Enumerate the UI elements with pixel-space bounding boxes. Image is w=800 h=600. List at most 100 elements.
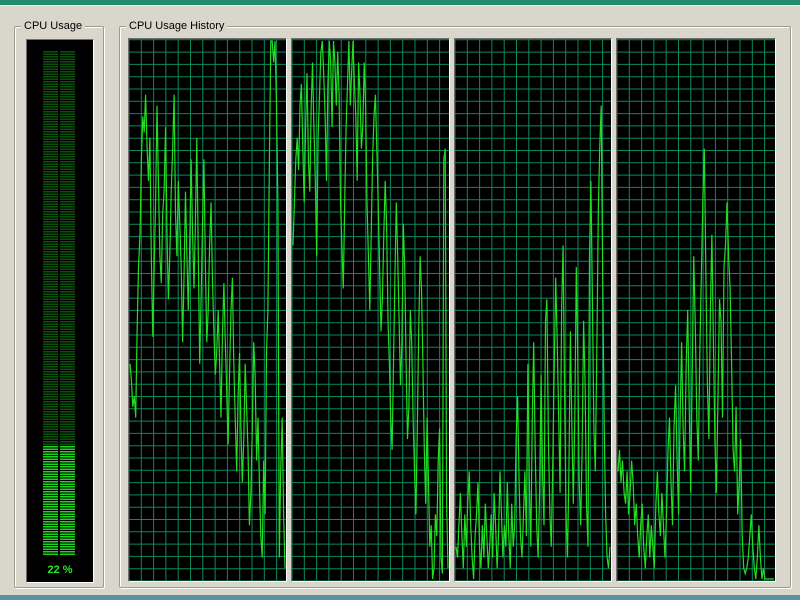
meter-segment-189-1	[60, 81, 75, 83]
meter-segment-99-1	[60, 306, 75, 308]
meter-segment-164-0	[43, 143, 58, 145]
meter-segment-72-0	[43, 373, 58, 375]
meter-lit-segment-26-0	[43, 488, 58, 490]
meter-segment-123-0	[43, 246, 58, 248]
meter-segment-111-1	[60, 276, 75, 278]
meter-segment-47-0	[43, 436, 58, 438]
meter-segment-128-1	[60, 233, 75, 235]
meter-segment-134-0	[43, 218, 58, 220]
meter-segment-59-1	[60, 406, 75, 408]
meter-segment-74-0	[43, 368, 58, 370]
meter-segment-60-1	[60, 403, 75, 405]
meter-segment-109-0	[43, 281, 58, 283]
meter-lit-segment-39-1	[60, 456, 75, 458]
meter-segment-194-0	[43, 68, 58, 70]
meter-segment-129-0	[43, 231, 58, 233]
meter-segment-152-1	[60, 173, 75, 175]
meter-lit-segment-19-0	[43, 506, 58, 508]
meter-segment-141-0	[43, 201, 58, 203]
meter-segment-90-1	[60, 328, 75, 330]
meter-segment-170-0	[43, 128, 58, 130]
meter-segment-198-1	[60, 58, 75, 60]
meter-segment-78-0	[43, 358, 58, 360]
meter-lit-segment-18-1	[60, 508, 75, 510]
meter-lit-segment-22-1	[60, 498, 75, 500]
meter-segment-55-1	[60, 416, 75, 418]
meter-lit-segment-18-0	[43, 508, 58, 510]
cpu-history-graph-core-0-svg	[129, 39, 286, 581]
meter-lit-segment-9-1	[60, 531, 75, 533]
meter-segment-120-1	[60, 253, 75, 255]
meter-lit-segment-32-1	[60, 473, 75, 475]
meter-segment-98-0	[43, 308, 58, 310]
meter-segment-66-1	[60, 388, 75, 390]
meter-lit-segment-38-1	[60, 458, 75, 460]
meter-lit-segment-28-0	[43, 483, 58, 485]
meter-segment-143-1	[60, 196, 75, 198]
meter-segment-157-0	[43, 161, 58, 163]
meter-segment-187-1	[60, 86, 75, 88]
meter-lit-segment-30-1	[60, 478, 75, 480]
meter-lit-segment-40-0	[43, 453, 58, 455]
meter-lit-segment-3-0	[43, 546, 58, 548]
meter-segment-82-0	[43, 348, 58, 350]
meter-segment-118-1	[60, 258, 75, 260]
meter-lit-segment-26-1	[60, 488, 75, 490]
meter-segment-93-1	[60, 321, 75, 323]
meter-segment-148-1	[60, 183, 75, 185]
meter-segment-193-1	[60, 71, 75, 73]
meter-segment-161-0	[43, 151, 58, 153]
meter-segment-201-0	[43, 51, 58, 53]
meter-segment-151-0	[43, 176, 58, 178]
meter-segment-141-1	[60, 201, 75, 203]
meter-lit-segment-11-0	[43, 526, 58, 528]
meter-lit-segment-29-1	[60, 481, 75, 483]
meter-lit-segment-4-1	[60, 543, 75, 545]
meter-segment-110-1	[60, 278, 75, 280]
meter-segment-67-1	[60, 386, 75, 388]
meter-segment-163-0	[43, 146, 58, 148]
meter-segment-163-1	[60, 146, 75, 148]
meter-lit-segment-29-0	[43, 481, 58, 483]
meter-segment-87-0	[43, 336, 58, 338]
meter-segment-107-1	[60, 286, 75, 288]
meter-segment-178-1	[60, 108, 75, 110]
meter-segment-62-0	[43, 398, 58, 400]
meter-segment-188-1	[60, 83, 75, 85]
meter-segment-75-0	[43, 366, 58, 368]
meter-segment-95-0	[43, 316, 58, 318]
meter-lit-segment-8-1	[60, 533, 75, 535]
meter-lit-segment-8-0	[43, 533, 58, 535]
meter-segment-130-1	[60, 228, 75, 230]
meter-lit-segment-11-1	[60, 526, 75, 528]
meter-lit-segment-40-1	[60, 453, 75, 455]
meter-segment-121-1	[60, 251, 75, 253]
meter-segment-201-1	[60, 51, 75, 53]
meter-segment-181-1	[60, 101, 75, 103]
meter-segment-88-1	[60, 333, 75, 335]
meter-segment-188-0	[43, 83, 58, 85]
meter-lit-segment-2-0	[43, 548, 58, 550]
meter-segment-57-0	[43, 411, 58, 413]
meter-segment-113-1	[60, 271, 75, 273]
meter-segment-160-0	[43, 153, 58, 155]
meter-segment-147-0	[43, 186, 58, 188]
meter-segment-144-1	[60, 193, 75, 195]
meter-segment-131-0	[43, 226, 58, 228]
meter-segment-56-0	[43, 413, 58, 415]
meter-segment-50-0	[43, 428, 58, 430]
meter-segment-91-1	[60, 326, 75, 328]
meter-segment-94-0	[43, 318, 58, 320]
meter-segment-118-0	[43, 258, 58, 260]
meter-segment-122-0	[43, 248, 58, 250]
meter-segment-112-1	[60, 273, 75, 275]
meter-segment-86-0	[43, 338, 58, 340]
meter-segment-49-1	[60, 431, 75, 433]
cpu-history-graph-core-1-svg	[292, 39, 449, 581]
meter-segment-65-1	[60, 391, 75, 393]
meter-segment-195-0	[43, 66, 58, 68]
meter-lit-segment-27-1	[60, 486, 75, 488]
meter-lit-segment-7-0	[43, 536, 58, 538]
meter-segment-85-1	[60, 341, 75, 343]
meter-segment-126-1	[60, 238, 75, 240]
